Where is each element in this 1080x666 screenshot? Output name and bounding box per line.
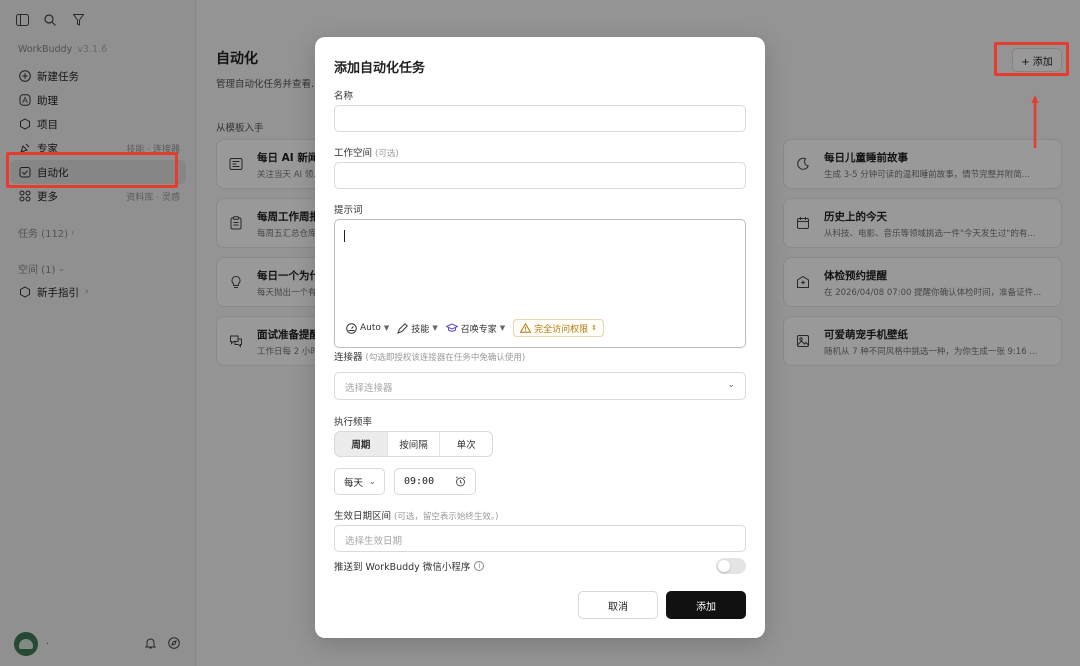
time-input-value: 09:00 bbox=[404, 476, 435, 487]
name-label: 名称 bbox=[334, 91, 354, 102]
push-label: 推送到 WorkBuddy 微信小程序 bbox=[334, 562, 471, 573]
chevron-down-icon: ▼ bbox=[432, 324, 438, 332]
prompt-label: 提示词 bbox=[334, 205, 363, 216]
arrow-up-icon bbox=[1031, 95, 1039, 148]
day-select-value: 每天 bbox=[344, 477, 364, 489]
chevron-down-icon: ⌄ bbox=[727, 380, 735, 390]
date-range-label-text: 生效日期区间 bbox=[334, 511, 392, 522]
date-range-placeholder: 选择生效日期 bbox=[345, 536, 403, 547]
workspace-field[interactable] bbox=[334, 162, 746, 189]
add-automation-dialog: 添加自动化任务 名称 工作空间 (可选) 提示词 Auto ▼ 技能 ▼ 召唤专家 ▼ … bbox=[315, 37, 765, 638]
connector-label-text: 连接器 bbox=[334, 352, 363, 363]
model-selector-label: Auto bbox=[360, 323, 381, 333]
chevron-down-icon: ⌄ bbox=[369, 477, 376, 486]
cancel-button[interactable]: 取消 bbox=[578, 591, 658, 619]
submit-add-button[interactable]: 添加 bbox=[666, 591, 746, 619]
frequency-label: 执行频率 bbox=[334, 417, 373, 428]
frequency-option-once[interactable]: 单次 bbox=[439, 432, 492, 456]
access-level-selector[interactable]: 完全访问权限 ⇕ bbox=[513, 319, 604, 337]
dialog-title: 添加自动化任务 bbox=[334, 61, 426, 76]
access-level-label: 完全访问权限 bbox=[534, 324, 589, 335]
chevron-down-icon: ▼ bbox=[499, 324, 506, 332]
experts-selector[interactable]: 召唤专家 ▼ bbox=[445, 319, 506, 337]
connector-hint: (勾选即授权该连接器在任务中免确认使用) bbox=[365, 353, 526, 363]
experts-selector-label: 召唤专家 bbox=[460, 324, 497, 335]
date-range-field[interactable]: 选择生效日期 bbox=[334, 525, 746, 552]
connector-select-placeholder: 选择连接器 bbox=[345, 383, 393, 394]
date-range-label: 生效日期区间 (可选，留空表示始终生效。) bbox=[334, 508, 498, 522]
connector-label: 连接器 (勾选即授权该连接器在任务中免确认使用) bbox=[334, 349, 525, 363]
push-toggle[interactable] bbox=[716, 558, 746, 574]
time-input[interactable]: 09:00 bbox=[394, 468, 476, 495]
name-field[interactable] bbox=[334, 105, 746, 132]
workspace-label-text: 工作空间 bbox=[334, 148, 373, 159]
skills-selector-label: 技能 bbox=[411, 324, 430, 335]
prompt-textarea[interactable]: Auto ▼ 技能 ▼ 召唤专家 ▼ 完全访问权限 ⇕ bbox=[334, 219, 746, 348]
frequency-option-interval[interactable]: 按间隔 bbox=[386, 432, 440, 456]
workspace-label: 工作空间 (可选) bbox=[334, 145, 399, 159]
frequency-option-periodic[interactable]: 周期 bbox=[335, 432, 387, 456]
graduation-cap-icon bbox=[445, 323, 458, 332]
skills-selector[interactable]: 技能 ▼ bbox=[397, 319, 438, 337]
prompt-toolbar: Auto ▼ 技能 ▼ 召唤专家 ▼ 完全访问权限 ⇕ bbox=[346, 319, 604, 337]
info-icon[interactable]: i bbox=[474, 561, 485, 571]
push-row: 推送到 WorkBuddy 微信小程序 i bbox=[334, 559, 485, 573]
connector-select[interactable]: 选择连接器 ⌄ bbox=[334, 372, 746, 400]
warning-icon bbox=[520, 323, 532, 333]
date-range-hint: (可选，留空表示始终生效。) bbox=[394, 512, 499, 522]
alarm-clock-icon[interactable] bbox=[455, 476, 466, 490]
frequency-segmented-control: 周期 按间隔 单次 bbox=[334, 431, 493, 457]
pen-icon bbox=[397, 322, 409, 334]
chevron-updown-icon: ⇕ bbox=[591, 324, 597, 332]
text-cursor bbox=[344, 230, 345, 242]
model-selector[interactable]: Auto ▼ bbox=[346, 319, 389, 337]
workspace-hint: (可选) bbox=[375, 149, 399, 159]
gauge-icon bbox=[346, 322, 357, 334]
chevron-down-icon: ▼ bbox=[383, 324, 390, 332]
day-select[interactable]: 每天 ⌄ bbox=[334, 468, 385, 495]
